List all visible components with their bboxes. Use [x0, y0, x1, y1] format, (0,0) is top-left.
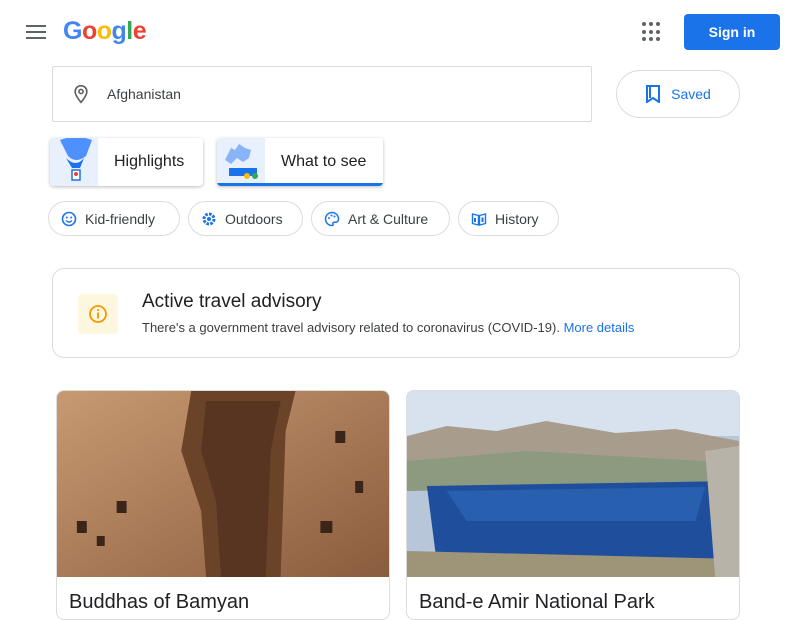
bookmark-icon — [646, 85, 661, 103]
chip-label: Kid-friendly — [85, 210, 156, 227]
more-details-link[interactable]: More details — [564, 320, 635, 335]
tab-what-to-see-label: What to see — [281, 153, 367, 170]
bamyan-cliff-image — [57, 391, 389, 577]
smile-icon — [61, 211, 77, 226]
place-title: Buddhas of Bamyan — [69, 591, 250, 613]
search-value: Afghanistan — [107, 86, 181, 102]
place-card-bamyan[interactable]: Buddhas of Bamyan — [56, 390, 390, 620]
logo-letter: g — [111, 17, 127, 45]
band-e-amir-lake-image — [407, 391, 739, 577]
place-title: Band-e Amir National Park — [419, 591, 655, 613]
logo-letter: o — [96, 17, 112, 45]
chip-label: Outdoors — [225, 210, 283, 227]
advisory-text: There's a government travel advisory rel… — [142, 320, 560, 335]
palette-icon — [324, 211, 340, 226]
chip-label: History — [495, 210, 539, 227]
chip-art-culture[interactable]: Art & Culture — [311, 201, 450, 236]
logo-letter: e — [132, 17, 147, 45]
tab-highlights[interactable]: Highlights — [50, 138, 203, 186]
sign-in-button[interactable]: Sign in — [684, 14, 780, 50]
info-icon — [78, 294, 118, 334]
saved-label: Saved — [671, 86, 711, 102]
main-menu-icon[interactable] — [24, 21, 48, 43]
tab-highlights-label: Highlights — [114, 153, 185, 170]
chip-outdoors[interactable]: Outdoors — [188, 201, 303, 236]
balloon-thumbnail — [50, 138, 98, 186]
place-card-band-e-amir[interactable]: Band-e Amir National Park — [406, 390, 740, 620]
destination-search-input[interactable]: Afghanistan — [52, 66, 592, 122]
saved-button[interactable]: Saved — [616, 70, 740, 118]
chip-kid-friendly[interactable]: Kid-friendly — [48, 201, 180, 236]
book-icon — [471, 212, 487, 226]
logo-letter: o — [81, 17, 97, 45]
chip-history[interactable]: History — [458, 201, 559, 236]
advisory-title: Active travel advisory — [142, 291, 322, 312]
travel-advisory-card: Active travel advisory There's a governm… — [52, 268, 740, 358]
logo-letter: G — [63, 17, 82, 45]
google-logo[interactable]: Google — [63, 17, 147, 46]
advisory-body: There's a government travel advisory rel… — [142, 320, 634, 335]
tab-what-to-see[interactable]: What to see — [217, 138, 383, 186]
gear-flower-icon — [202, 212, 216, 225]
location-pin-icon — [74, 84, 88, 104]
chip-label: Art & Culture — [348, 210, 429, 227]
statue-thumbnail — [217, 138, 265, 186]
apps-grid-icon[interactable] — [642, 22, 662, 42]
